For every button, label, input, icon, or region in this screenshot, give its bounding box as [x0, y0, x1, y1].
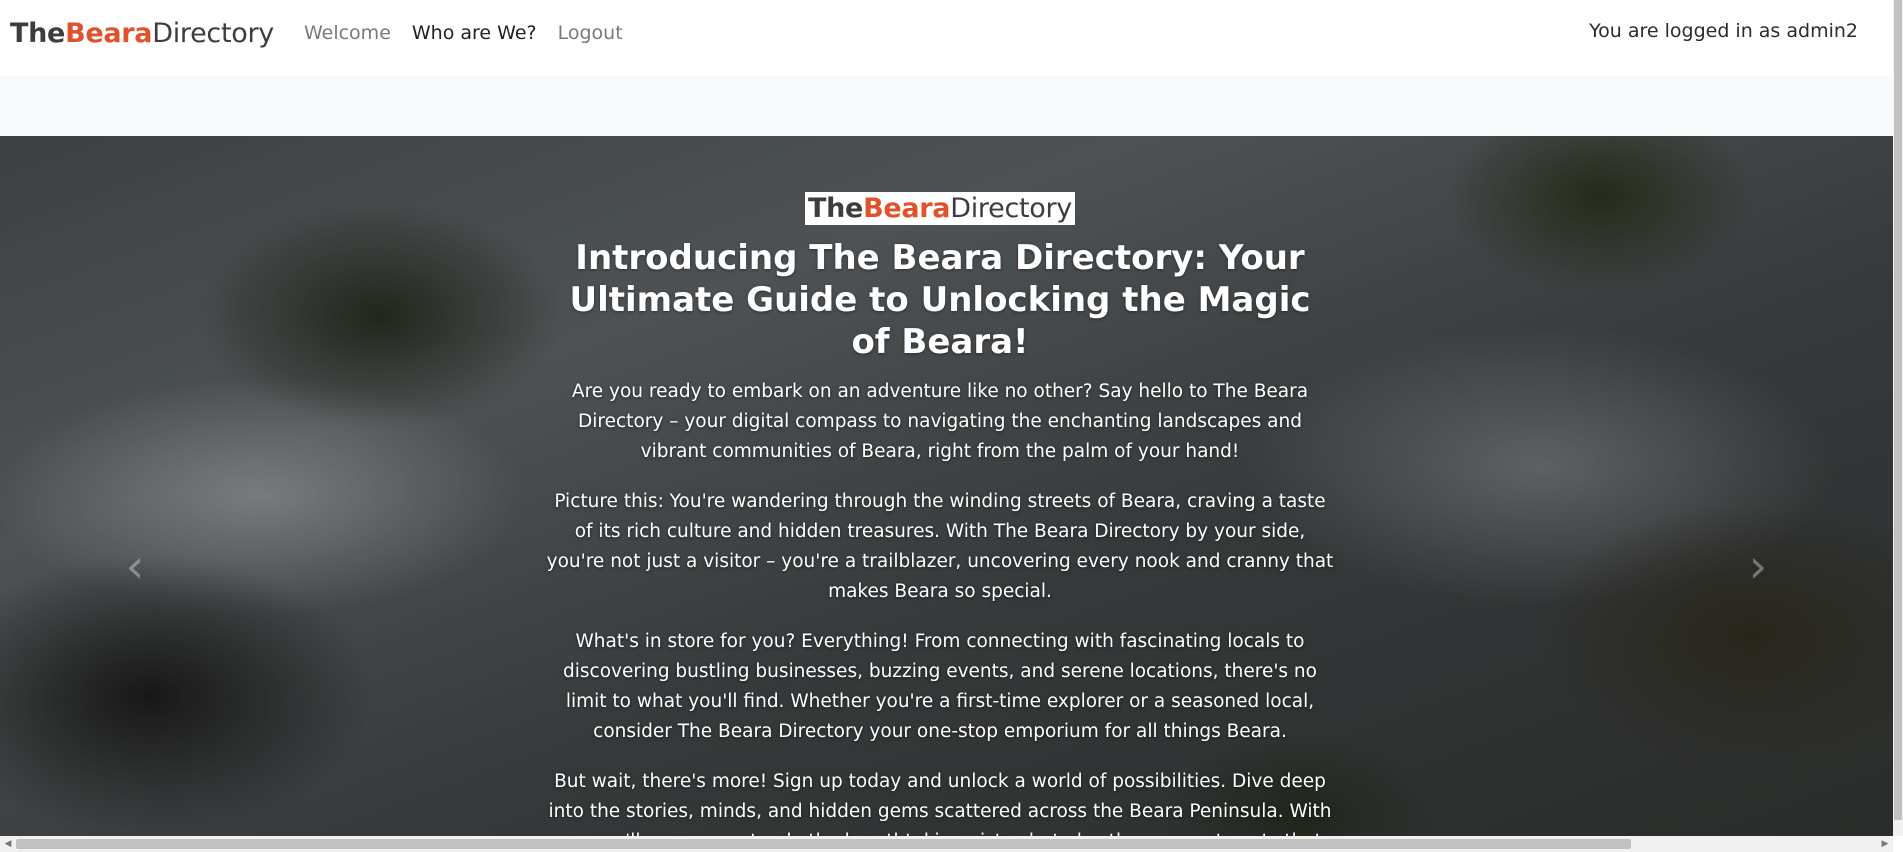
- brand-part-directory: Directory: [152, 17, 274, 49]
- horizontal-scrollbar-thumb[interactable]: [16, 839, 1631, 849]
- brand-logo[interactable]: TheBearaDirectory: [10, 18, 274, 49]
- scroll-right-icon[interactable]: ▶: [1877, 836, 1893, 852]
- nav-link-who-are-we[interactable]: Who are We?: [412, 22, 537, 44]
- sub-header-bar: [0, 76, 1893, 136]
- horizontal-scrollbar[interactable]: ◀ ▶: [0, 836, 1893, 852]
- hero-title: Introducing The Beara Directory: Your Ul…: [569, 238, 1311, 362]
- vertical-scrollbar[interactable]: [1893, 0, 1903, 836]
- hero-paragraph-whats-in-store: What's in store for you? Everything! Fro…: [563, 631, 1317, 742]
- hero-paragraph-intro: Are you ready to embark on an adventure …: [571, 381, 1309, 462]
- hero-paragraph-picture: Picture this: You're wandering through t…: [546, 491, 1334, 602]
- scroll-left-icon[interactable]: ◀: [0, 836, 16, 852]
- brand-part-the: The: [10, 17, 66, 49]
- nav-link-logout[interactable]: Logout: [558, 22, 623, 44]
- nav-links: Welcome Who are We? Logout: [304, 22, 623, 44]
- carousel-next-icon[interactable]: ›: [1738, 536, 1778, 596]
- hero-content: TheBearaDirectory Introducing The Beara …: [545, 192, 1335, 836]
- vertical-scrollbar-thumb[interactable]: [1894, 0, 1902, 820]
- nav-link-welcome[interactable]: Welcome: [304, 22, 391, 44]
- login-status: You are logged in as admin2: [1589, 20, 1858, 42]
- carousel-prev-icon[interactable]: ‹: [115, 536, 155, 596]
- top-navbar: TheBearaDirectory Welcome Who are We? Lo…: [0, 0, 1893, 66]
- hero-logo-beara: Beara: [863, 193, 951, 224]
- hero-logo-the: The: [808, 193, 864, 224]
- hero-logo-directory: Directory: [950, 193, 1072, 224]
- hero-carousel: ‹ › TheBearaDirectory Introducing The Be…: [0, 136, 1893, 836]
- brand-part-beara: Beara: [65, 17, 153, 49]
- hero-logo: TheBearaDirectory: [805, 192, 1075, 225]
- hero-paragraph-sign-up: But wait, there's more! Sign up today an…: [548, 771, 1332, 836]
